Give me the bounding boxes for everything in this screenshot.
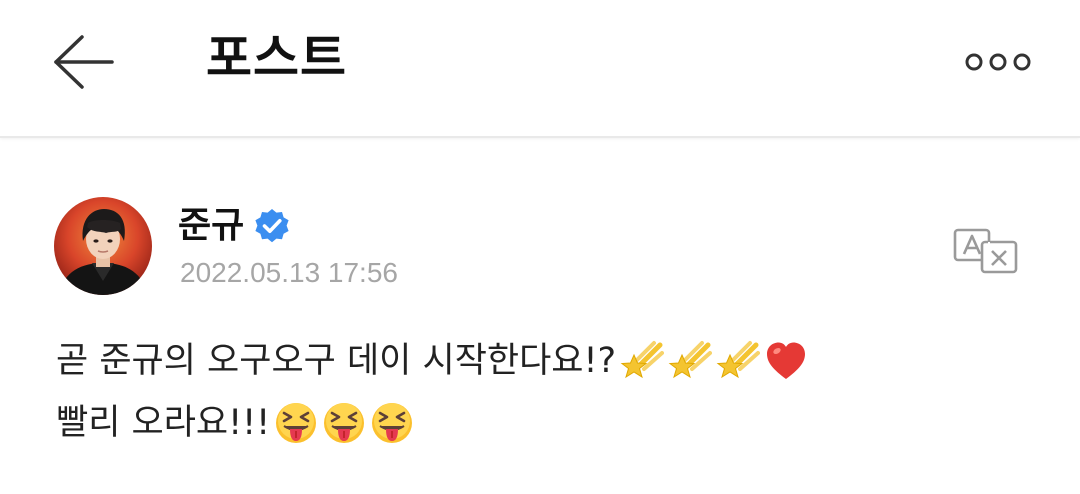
page-title: 포스트 xyxy=(206,29,347,87)
translate-button[interactable] xyxy=(950,224,1022,278)
post-line: 빨리 오라요!!! xyxy=(56,392,1036,454)
post-text: 빨리 오라요!!! xyxy=(56,403,271,443)
post-body: 곧 준규의 오구오구 데이 시작한다요!? 빨리 오라요!!! xyxy=(56,330,1036,454)
squinting-tongue-face-emoji xyxy=(274,401,318,445)
translate-icon xyxy=(953,228,1018,274)
profile-photo xyxy=(54,197,152,295)
shooting-star-emoji xyxy=(620,339,665,383)
squinting-tongue-face-emoji xyxy=(370,401,414,445)
arrow-left-icon xyxy=(54,35,114,89)
app-header: 포스트 xyxy=(0,0,1080,138)
shooting-star-emoji xyxy=(716,339,761,383)
shooting-star-emoji xyxy=(668,339,713,383)
more-dots-icon xyxy=(965,53,1031,71)
avatar[interactable] xyxy=(54,197,152,295)
post-detail-page: 포스트 준규 2022.05.13 17:56 곧 준규의 오구오구 데이 시작… xyxy=(0,0,1080,494)
post-line: 곧 준규의 오구오구 데이 시작한다요!? xyxy=(56,330,1036,392)
back-button[interactable] xyxy=(50,32,116,92)
author-row: 준규 xyxy=(178,200,290,252)
red-heart-emoji xyxy=(764,339,808,383)
more-options-button[interactable] xyxy=(958,42,1038,82)
squinting-tongue-face-emoji xyxy=(322,401,366,445)
post-text: 곧 준규의 오구오구 데이 시작한다요!? xyxy=(56,341,617,381)
author-name[interactable]: 준규 xyxy=(178,202,244,250)
post-timestamp: 2022.05.13 17:56 xyxy=(180,257,398,288)
verified-badge-icon xyxy=(255,209,289,243)
